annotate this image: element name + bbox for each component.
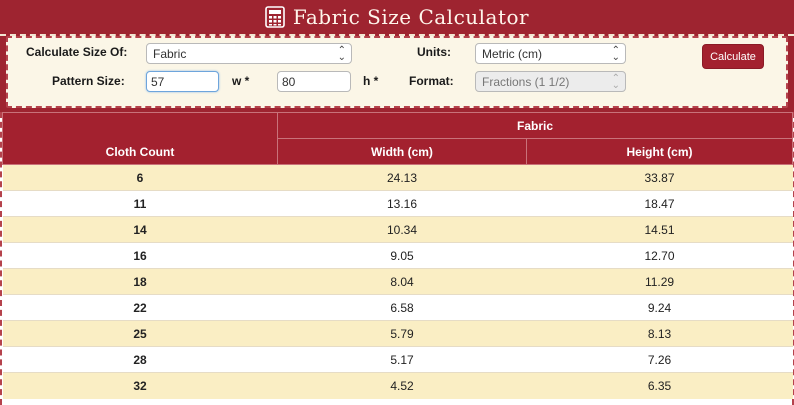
height-cell: 9.24 (526, 294, 793, 321)
width-cell: 10.34 (277, 216, 527, 243)
height-cell: 14.51 (526, 216, 793, 243)
width-cell: 5.17 (277, 346, 527, 373)
height-unit-label: h * (363, 74, 379, 88)
table-row: 14 10.34 14.51 (2, 216, 793, 243)
height-cell: 8.13 (526, 320, 793, 347)
format-label: Format: (409, 74, 454, 88)
cloth-count-header: Cloth Count (2, 112, 278, 165)
table-row: 25 5.79 8.13 (2, 320, 793, 347)
table-row: 22 6.58 9.24 (2, 294, 793, 321)
table-row: 32 4.52 6.35 (2, 372, 793, 399)
chevron-up-down-icon: ⌃ ⌄ (337, 45, 346, 63)
page-title: Fabric Size Calculator (292, 5, 530, 29)
height-cell: 7.26 (526, 346, 793, 373)
table-row: 11 13.16 18.47 (2, 190, 793, 217)
count-cell: 11 (2, 190, 278, 217)
table-row: 6 24.13 33.87 (2, 164, 793, 191)
count-cell: 6 (2, 164, 278, 191)
width-cell: 5.79 (277, 320, 527, 347)
width-cell: 8.04 (277, 268, 527, 295)
calc-size-label: Calculate Size Of: (26, 45, 128, 59)
chevron-up-down-icon: ⌃ ⌄ (611, 45, 620, 63)
pattern-size-label: Pattern Size: (52, 74, 125, 88)
height-cell: 11.29 (526, 268, 793, 295)
height-header: Height (cm) (525, 138, 794, 165)
calculator-icon (265, 6, 285, 28)
width-cell: 6.58 (277, 294, 527, 321)
units-value: Metric (cm) (482, 47, 542, 61)
units-label: Units: (417, 45, 451, 59)
count-cell: 22 (2, 294, 278, 321)
calculate-button[interactable]: Calculate (702, 44, 764, 69)
height-cell: 6.35 (526, 372, 793, 399)
pattern-height-input[interactable]: 80 (277, 71, 351, 92)
count-cell: 18 (2, 268, 278, 295)
fabric-group-header: Fabric (276, 112, 794, 139)
format-select[interactable]: Fractions (1 1/2) ⌃ ⌄ (475, 71, 626, 92)
width-unit-label: w * (232, 74, 250, 88)
table-row: 18 8.04 11.29 (2, 268, 793, 295)
table-row: 28 5.17 7.26 (2, 346, 793, 373)
count-cell: 28 (2, 346, 278, 373)
count-cell: 16 (2, 242, 278, 269)
width-cell: 4.52 (277, 372, 527, 399)
width-cell: 13.16 (277, 190, 527, 217)
width-cell: 24.13 (277, 164, 527, 191)
pattern-height-value: 80 (282, 75, 296, 89)
count-cell: 32 (2, 372, 278, 399)
format-value: Fractions (1 1/2) (482, 75, 570, 89)
count-cell: 25 (2, 320, 278, 347)
width-header: Width (cm) (277, 138, 527, 165)
height-cell: 18.47 (526, 190, 793, 217)
units-select[interactable]: Metric (cm) ⌃ ⌄ (475, 43, 626, 64)
table-row: 16 9.05 12.70 (2, 242, 793, 269)
count-cell: 14 (2, 216, 278, 243)
app-frame: Fabric Size Calculator Calculate Size Of… (0, 0, 794, 405)
results-table-wrap: Cloth Count Fabric Width (cm) Height (cm… (0, 112, 794, 405)
results-table: Cloth Count Fabric Width (cm) Height (cm… (2, 112, 794, 399)
width-cell: 9.05 (277, 242, 527, 269)
calc-size-select[interactable]: Fabric ⌃ ⌄ (146, 43, 352, 64)
chevron-up-down-icon: ⌃ ⌄ (611, 73, 620, 91)
pattern-width-input[interactable]: 57 (146, 71, 219, 92)
pattern-width-value: 57 (151, 75, 165, 89)
height-cell: 33.87 (526, 164, 793, 191)
calculator-form: Calculate Size Of: Fabric ⌃ ⌄ Units: Metr… (6, 36, 788, 108)
calc-size-value: Fabric (153, 47, 187, 61)
height-cell: 12.70 (526, 242, 793, 269)
title-bar: Fabric Size Calculator (0, 0, 794, 36)
